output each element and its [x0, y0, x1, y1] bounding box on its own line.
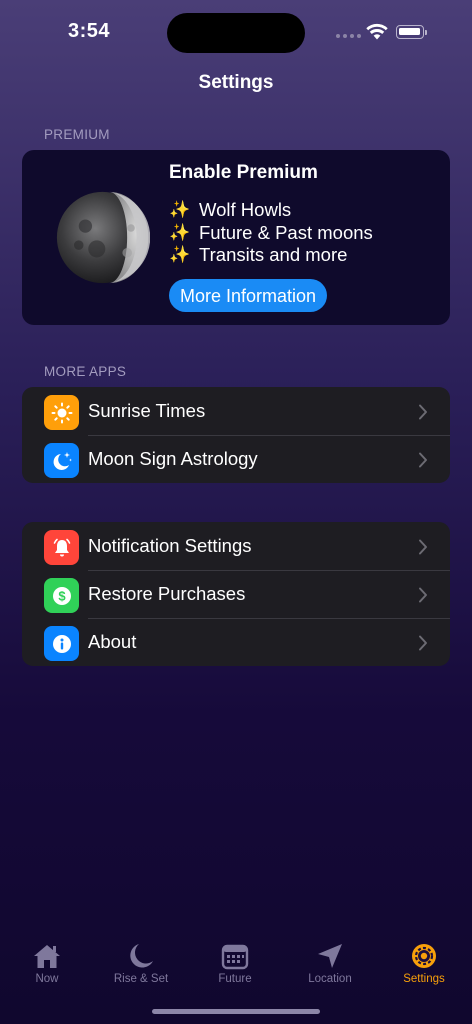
- list-item-label: Moon Sign Astrology: [88, 448, 258, 469]
- list-item-restore-purchases[interactable]: $ Restore Purchases: [22, 570, 450, 618]
- dollar-icon: $: [44, 578, 79, 613]
- feature-item: ✨ Transits and more: [169, 244, 373, 267]
- premium-card: Enable Premium ✨ Wolf Howls ✨ Future & P…: [22, 150, 450, 325]
- list-item-about[interactable]: About: [22, 618, 450, 666]
- list-item-label: About: [88, 631, 137, 652]
- feature-item: ✨ Wolf Howls: [169, 199, 373, 222]
- tab-location[interactable]: Location: [285, 930, 375, 985]
- svg-text:$: $: [58, 588, 66, 603]
- sun-icon: [44, 395, 79, 430]
- chevron-right-icon: [419, 452, 427, 468]
- list-item-label: Sunrise Times: [88, 400, 206, 421]
- tab-label: Location: [308, 973, 352, 985]
- house-icon: [34, 945, 60, 968]
- tab-future[interactable]: Future: [190, 930, 280, 985]
- feature-label: Future & Past moons: [199, 221, 373, 243]
- more-information-button[interactable]: More Information: [169, 279, 328, 312]
- sparkles-icon: ✨: [169, 245, 191, 264]
- tab-label: Future: [218, 973, 252, 985]
- list-item-label: Notification Settings: [88, 535, 252, 556]
- cellular-signal-icon: [336, 34, 361, 38]
- tab-rise-and-set[interactable]: Rise & Set: [96, 930, 186, 985]
- tab-label: Settings: [403, 973, 445, 985]
- chevron-right-icon: [419, 539, 427, 555]
- list-item-sunrise-times[interactable]: Sunrise Times: [22, 387, 450, 435]
- crescent-moon-icon: [130, 944, 153, 968]
- status-bar: 3:54: [0, 0, 472, 64]
- premium-title: Enable Premium: [169, 162, 318, 183]
- home-indicator: [152, 1009, 320, 1014]
- more-apps-section-label: MORE APPS: [44, 364, 127, 379]
- moon-phase-image: [56, 191, 150, 284]
- page-title: Settings: [198, 72, 274, 93]
- info-icon: [44, 626, 79, 661]
- moon-stars-icon: [44, 443, 79, 478]
- battery-icon: [396, 25, 424, 39]
- location-arrow-icon: [318, 944, 342, 968]
- bell-icon: [44, 530, 79, 565]
- chevron-right-icon: [419, 404, 427, 420]
- status-time: 3:54: [68, 20, 111, 42]
- calendar-icon: [221, 944, 249, 970]
- sparkles-icon: ✨: [169, 222, 191, 242]
- sparkles-icon: ✨: [169, 200, 191, 219]
- tab-label: Rise & Set: [113, 973, 169, 985]
- wifi-icon: [366, 23, 388, 40]
- tab-label: Now: [35, 973, 59, 985]
- more-apps-list: Sunrise Times Moon Sign Astrology: [22, 387, 450, 483]
- chevron-right-icon: [419, 587, 427, 603]
- premium-section-label: PREMIUM: [44, 127, 110, 142]
- tab-now[interactable]: Now: [2, 930, 92, 985]
- settings-list: Notification Settings $ Restore Purchase…: [22, 522, 450, 666]
- list-item-notification-settings[interactable]: Notification Settings: [22, 522, 450, 570]
- premium-feature-list: ✨ Wolf Howls ✨ Future & Past moons ✨ Tra…: [169, 199, 373, 267]
- feature-label: Transits and more: [199, 244, 348, 265]
- feature-item: ✨ Future & Past moons: [169, 222, 373, 245]
- chevron-right-icon: [419, 635, 427, 651]
- feature-label: Wolf Howls: [199, 199, 292, 220]
- list-item-moon-sign-astrology[interactable]: Moon Sign Astrology: [22, 435, 450, 483]
- gear-icon: [412, 944, 436, 968]
- tab-settings[interactable]: Settings: [379, 930, 469, 985]
- dynamic-island: [167, 13, 305, 53]
- list-item-label: Restore Purchases: [88, 583, 246, 604]
